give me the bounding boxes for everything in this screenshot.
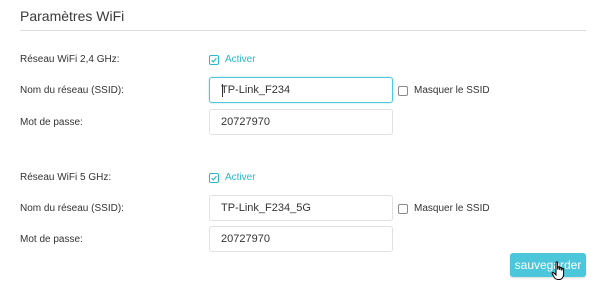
wifi-5-enable-checkbox[interactable]: Activer — [209, 172, 256, 184]
wifi-24-password-input[interactable] — [209, 109, 393, 135]
wifi-24-label: Réseau WiFi 2,4 GHz: — [20, 54, 120, 65]
wifi-24-password-label: Mot de passe: — [20, 117, 83, 128]
wifi-24-hide-ssid-checkbox[interactable]: Masquer le SSID — [398, 85, 490, 97]
checkbox-icon — [398, 86, 408, 96]
wifi-5-ssid-input[interactable] — [209, 195, 393, 221]
save-button[interactable]: sauvegarder — [510, 253, 586, 277]
text-caret — [222, 84, 223, 97]
section-divider — [20, 30, 586, 31]
wifi-5-password-label: Mot de passe: — [20, 234, 83, 245]
wifi-5-label: Réseau WiFi 5 GHz: — [20, 172, 112, 183]
checkmark-icon — [209, 55, 219, 65]
wifi-5-password-input[interactable] — [209, 226, 393, 252]
wifi-24-ssid-input[interactable] — [209, 77, 393, 103]
wifi-24-enable-label: Activer — [225, 54, 256, 65]
wifi-24-hide-ssid-label: Masquer le SSID — [414, 85, 490, 96]
checkbox-icon — [398, 204, 408, 214]
checkmark-icon — [209, 173, 219, 183]
wifi-5-enable-label: Activer — [225, 172, 256, 183]
section-title: Paramètres WiFi — [20, 8, 125, 24]
wifi-5-ssid-label: Nom du réseau (SSID): — [20, 203, 124, 214]
wifi-5-hide-ssid-label: Masquer le SSID — [414, 203, 490, 214]
wifi-24-ssid-label: Nom du réseau (SSID): — [20, 85, 124, 96]
wifi-5-hide-ssid-checkbox[interactable]: Masquer le SSID — [398, 203, 490, 215]
wifi-24-enable-checkbox[interactable]: Activer — [209, 54, 256, 66]
